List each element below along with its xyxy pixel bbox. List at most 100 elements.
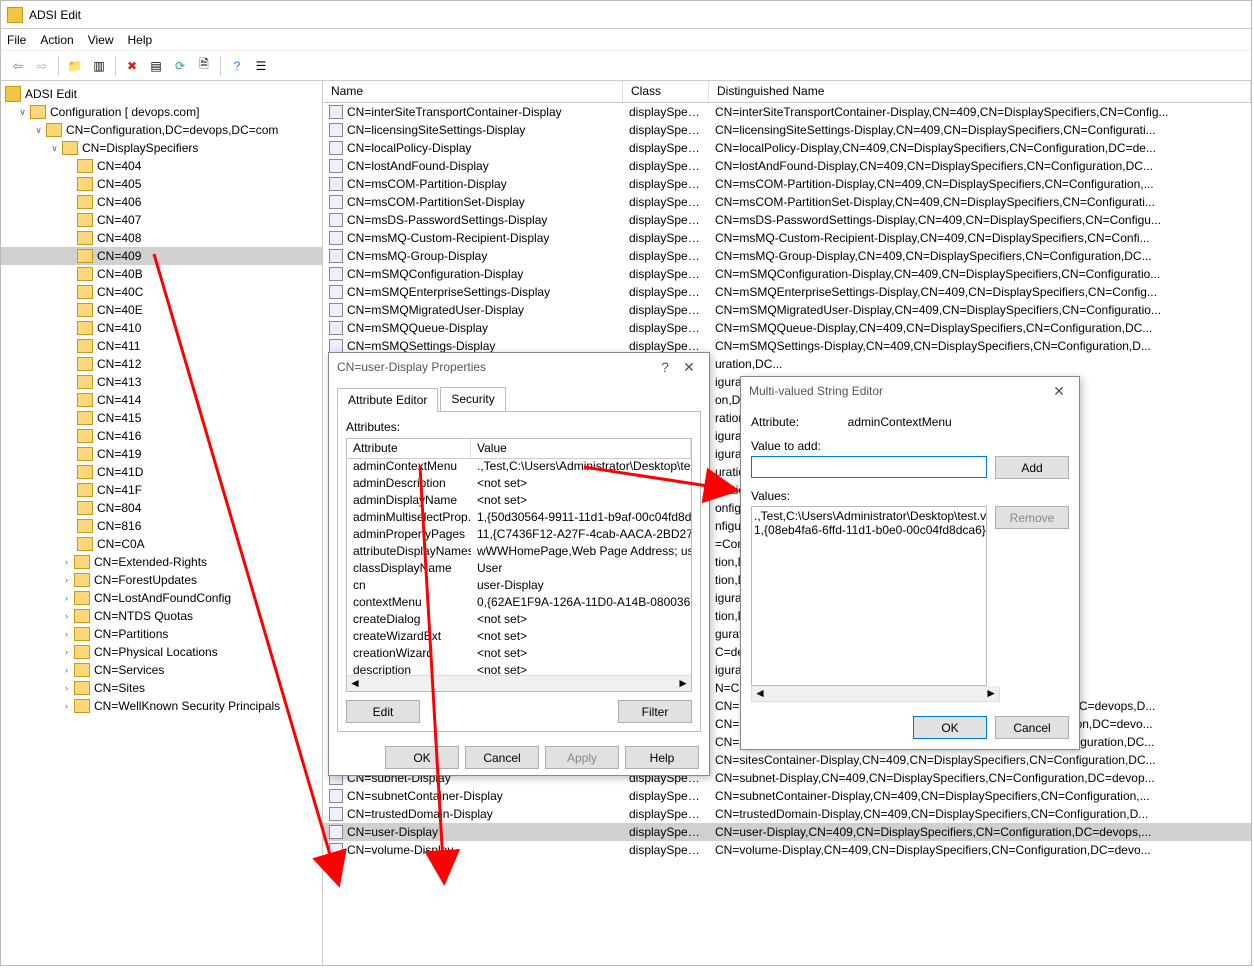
tree-item[interactable]: ›CN=WellKnown Security Principals: [1, 697, 322, 715]
list-row[interactable]: CN=lostAndFound-DisplaydisplaySpecif...C…: [323, 157, 1251, 175]
menu-view[interactable]: View: [88, 33, 114, 47]
attribute-row[interactable]: attributeDisplayNameswWWHomePage,Web Pag…: [347, 544, 691, 561]
header-attribute[interactable]: Attribute: [347, 439, 471, 458]
list-row[interactable]: CN=mSMQQueue-DisplaydisplaySpecif...CN=m…: [323, 319, 1251, 337]
tree-item[interactable]: ›CN=Partitions: [1, 625, 322, 643]
tree-item[interactable]: CN=406: [1, 193, 322, 211]
col-dn[interactable]: Distinguished Name: [709, 81, 1251, 102]
tree-item[interactable]: CN=816: [1, 517, 322, 535]
tree-item[interactable]: CN=405: [1, 175, 322, 193]
tree-item[interactable]: ›CN=LostAndFoundConfig: [1, 589, 322, 607]
col-name[interactable]: Name: [323, 81, 623, 102]
tree-item[interactable]: CN=410: [1, 319, 322, 337]
properties-dialog[interactable]: CN=user-Display Properties ?✕ Attribute …: [328, 352, 710, 776]
tree-item[interactable]: CN=41F: [1, 481, 322, 499]
tree-item[interactable]: ›CN=Extended-Rights: [1, 553, 322, 571]
show-hide-tree-button[interactable]: ▥: [88, 55, 110, 77]
tree-item[interactable]: CN=409: [1, 247, 322, 265]
tree-item[interactable]: CN=804: [1, 499, 322, 517]
options-button[interactable]: ☰: [250, 55, 272, 77]
list-row[interactable]: CN=msCOM-PartitionSet-DisplaydisplaySpec…: [323, 193, 1251, 211]
tree-item[interactable]: CN=419: [1, 445, 322, 463]
close-icon[interactable]: ✕: [1047, 383, 1071, 400]
add-button[interactable]: Add: [995, 456, 1069, 479]
tree-cnconfig[interactable]: ∨CN=Configuration,DC=devops,DC=com: [1, 121, 322, 139]
close-icon[interactable]: ✕: [677, 359, 701, 376]
value-item[interactable]: .,Test,C:\Users\Administrator\Desktop\te…: [754, 509, 984, 523]
tree-item[interactable]: CN=407: [1, 211, 322, 229]
tree-item[interactable]: CN=412: [1, 355, 322, 373]
cancel-button[interactable]: Cancel: [465, 746, 539, 769]
menu-file[interactable]: File: [7, 33, 26, 47]
values-scrollbar[interactable]: ◄►: [751, 686, 1000, 702]
list-row[interactable]: CN=trustedDomain-DisplaydisplaySpecif...…: [323, 805, 1251, 823]
list-row[interactable]: CN=subnetContainer-DisplaydisplaySpecif.…: [323, 787, 1251, 805]
chevron-right-icon[interactable]: ›: [61, 665, 72, 676]
attribute-row[interactable]: createWizardExt<not set>: [347, 629, 691, 646]
forward-button[interactable]: ⇨: [31, 55, 53, 77]
attribute-row[interactable]: cnuser-Display: [347, 578, 691, 595]
refresh-button[interactable]: ⟳: [169, 55, 191, 77]
back-button[interactable]: ⇦: [7, 55, 29, 77]
multivalue-editor-dialog[interactable]: Multi-valued String Editor ✕ Attribute: …: [740, 376, 1080, 750]
attribute-row[interactable]: adminDisplayName<not set>: [347, 493, 691, 510]
tree-item[interactable]: ›CN=ForestUpdates: [1, 571, 322, 589]
menu-action[interactable]: Action: [40, 33, 73, 47]
help-icon[interactable]: ?: [653, 359, 677, 375]
horizontal-scrollbar[interactable]: ◄►: [347, 675, 691, 691]
export-button[interactable]: 🗎: [193, 55, 215, 77]
chevron-right-icon[interactable]: ›: [61, 683, 72, 694]
list-row[interactable]: CN=msMQ-Custom-Recipient-DisplaydisplayS…: [323, 229, 1251, 247]
chevron-down-icon[interactable]: ∨: [17, 107, 28, 118]
help-button[interactable]: ?: [226, 55, 248, 77]
values-listbox[interactable]: .,Test,C:\Users\Administrator\Desktop\te…: [751, 506, 987, 686]
scroll-left-icon[interactable]: ◄: [754, 686, 766, 701]
tree-item[interactable]: ›CN=Sites: [1, 679, 322, 697]
attribute-row[interactable]: createDialog<not set>: [347, 612, 691, 629]
tree-item[interactable]: CN=41D: [1, 463, 322, 481]
ok-button[interactable]: OK: [913, 716, 987, 739]
tree-item[interactable]: CN=C0A: [1, 535, 322, 553]
chevron-right-icon[interactable]: ›: [61, 647, 72, 658]
help-button[interactable]: Help: [625, 746, 699, 769]
editor-title-bar[interactable]: Multi-valued String Editor ✕: [741, 377, 1079, 405]
chevron-right-icon[interactable]: ›: [61, 575, 72, 586]
chevron-right-icon[interactable]: ›: [61, 629, 72, 640]
delete-button[interactable]: ✖: [121, 55, 143, 77]
attribute-row[interactable]: contextMenu0,{62AE1F9A-126A-11D0-A14B-08…: [347, 595, 691, 612]
list-row[interactable]: CN=volume-DisplaydisplaySpecif...CN=volu…: [323, 841, 1251, 859]
scroll-right-icon[interactable]: ►: [985, 686, 997, 701]
chevron-right-icon[interactable]: ›: [61, 611, 72, 622]
list-row[interactable]: CN=interSiteTransportContainer-Displaydi…: [323, 103, 1251, 121]
list-row[interactable]: CN=user-DisplaydisplaySpecif...CN=user-D…: [323, 823, 1251, 841]
attribute-row[interactable]: adminMultiselectProp...1,{50d30564-9911-…: [347, 510, 691, 527]
chevron-right-icon[interactable]: ›: [61, 557, 72, 568]
tree-displayspecifiers[interactable]: ∨CN=DisplaySpecifiers: [1, 139, 322, 157]
tree-pane[interactable]: ADSI Edit ∨Configuration [ devops.com] ∨…: [1, 81, 323, 965]
ok-button[interactable]: OK: [385, 746, 459, 769]
menu-help[interactable]: Help: [128, 33, 153, 47]
attribute-row[interactable]: adminDescription<not set>: [347, 476, 691, 493]
properties-button[interactable]: ▤: [145, 55, 167, 77]
list-row[interactable]: CN=mSMQEnterpriseSettings-Displaydisplay…: [323, 283, 1251, 301]
tree-item[interactable]: CN=415: [1, 409, 322, 427]
tree-item[interactable]: CN=408: [1, 229, 322, 247]
dialog-title-bar[interactable]: CN=user-Display Properties ?✕: [329, 353, 709, 381]
tree-item[interactable]: ›CN=NTDS Quotas: [1, 607, 322, 625]
filter-button[interactable]: Filter: [618, 700, 692, 723]
tree-item[interactable]: CN=40B: [1, 265, 322, 283]
up-button[interactable]: 📁: [64, 55, 86, 77]
header-value[interactable]: Value: [471, 439, 691, 458]
tree-root[interactable]: ADSI Edit: [1, 85, 322, 103]
tree-item[interactable]: CN=411: [1, 337, 322, 355]
tree-item[interactable]: CN=404: [1, 157, 322, 175]
list-row[interactable]: CN=localPolicy-DisplaydisplaySpecif...CN…: [323, 139, 1251, 157]
value-item[interactable]: 1,{08eb4fa6-6ffd-11d1-b0e0-00c04fd8dca6}: [754, 523, 984, 537]
cancel-button[interactable]: Cancel: [995, 716, 1069, 739]
list-row[interactable]: CN=licensingSiteSettings-DisplaydisplayS…: [323, 121, 1251, 139]
scroll-right-icon[interactable]: ►: [677, 676, 689, 691]
tree-configuration[interactable]: ∨Configuration [ devops.com]: [1, 103, 322, 121]
chevron-down-icon[interactable]: ∨: [49, 143, 60, 154]
chevron-right-icon[interactable]: ›: [61, 593, 72, 604]
col-class[interactable]: Class: [623, 81, 709, 102]
